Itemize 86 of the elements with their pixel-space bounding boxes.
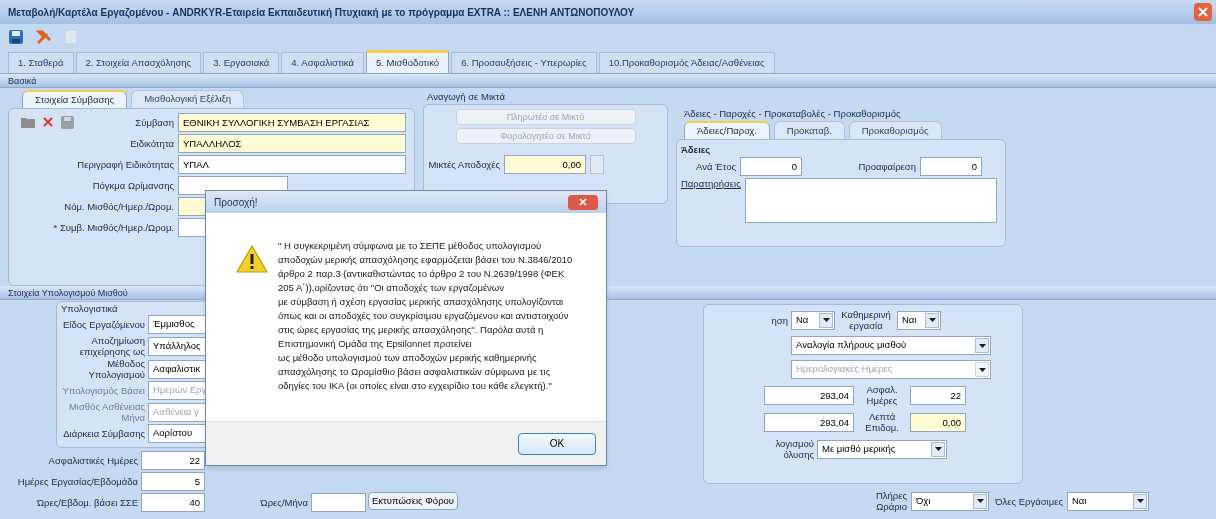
field-label: Αποζημίωση επιχείρησης ως [78,335,145,357]
tools-icon[interactable] [36,29,52,45]
print-button[interactable]: Εκτυπώσεις Φόρου [368,492,458,510]
dropdown[interactable]: Με μισθό μερικής [817,439,947,459]
input-field[interactable]: 293,04 [764,412,854,432]
field-label: Υπολογιστικά [61,303,118,314]
input-field[interactable]: 0,00 [910,412,966,432]
save-icon[interactable] [8,29,24,45]
section-header: Βασικά [0,74,1216,88]
tab[interactable]: 3. Εργασιακά [203,52,280,73]
tab[interactable]: 4. Ασφαλιστικά [281,52,364,73]
field-label: * Συμβ. Μισθός/Ημερ./Ωρομ. [53,221,174,233]
dropdown[interactable]: Αναλογία πλήρους μισθού [791,336,991,355]
input-field[interactable]: 0,00 [504,155,586,175]
dropdown[interactable]: Ναι [897,310,941,330]
field-label: Μικτές Αποδοχές [428,159,500,171]
close-button[interactable] [1194,3,1212,21]
field-label: Ασφαλ. Ημέρες [865,384,899,406]
field-label: Διάρκεια Σύμβασης [62,428,145,439]
field-label: Παρατηρήσεις [681,178,741,190]
notes-field[interactable] [745,178,997,224]
input-field[interactable]: 293,04 [764,385,854,405]
input-field[interactable]: 22 [141,450,205,470]
tab[interactable]: 1. Σταθερά [8,52,74,73]
field-label: Ειδικότητα [130,137,174,149]
tab[interactable]: 5. Μισθοδοτικό [365,50,450,73]
window-title: Μεταβολή/Καρτέλα Εργαζομένου - ANDRKYR-Εταιρεία Εκπαιδευτική Πτυχιακή με το πρόγραμμα EXTRA :: ΕΛΕΝΗ ΑΝΤΩΝΟΠΟΥΛΟΥ [8,5,635,20]
field-label: Σύμβαση [135,116,174,128]
dropdown[interactable]: Να [791,310,835,330]
input-field[interactable]: ΥΠΑΛΛΗΛΟΣ [178,133,406,153]
close-icon [1198,7,1208,17]
field-label: Προαφαίρεση [857,161,916,173]
field-label: Λεπτά Επιδομ. [864,411,900,433]
tab[interactable]: Μισθολογική Εξέλιξη [131,90,245,108]
field-label: Όλες Εργάσιμες [994,495,1063,507]
field-label: ηση [770,314,788,326]
input-field[interactable]: 22 [910,385,966,405]
group-title: Άδειες - Παροχές - Προκαταβολές - Προκαθορισμός [683,107,902,121]
folder-icon[interactable] [21,116,35,128]
tab[interactable]: 10.Προκαθορισμός Άδειας/Ασθένειας [598,52,775,73]
ok-button[interactable]: OK [518,432,596,455]
close-button[interactable] [568,194,598,210]
input-field[interactable]: 5 [141,471,205,491]
field-label: Ημέρες Εργασίας/Εβδομάδα [16,475,138,487]
tab[interactable]: 6. Προσαυξήσεις - Υπερωρίες [451,52,597,73]
field-label: Μέθοδος Υπολογισμού [87,358,145,380]
tab[interactable]: Άδειες/Παροχ. [684,121,770,140]
field-label: Μισθός Ασθένειας Μήνα [67,401,145,423]
field-label: Πόγκμα Ωρίμανσης [92,179,174,191]
field-label: Ανά Έτος [695,161,736,173]
tab[interactable]: Στοιχεία Σύμβασης [22,90,128,108]
field-label: Υπολογισμός Βάσει [61,385,145,396]
caret-icon [976,499,984,503]
field-label: Ώρες/Εβδομ. βάσει ΣΣΕ [35,496,138,508]
input-field[interactable]: 0 [920,157,982,177]
close-icon[interactable] [43,117,53,127]
input-field[interactable] [311,492,366,512]
tab[interactable]: 2. Στοιχεία Απασχόλησης [75,52,202,73]
tab[interactable]: Προκαθορισμός [848,121,942,140]
dialog-title: Προσοχή! [214,195,258,210]
group-title: Αναγωγή σε Μικτά [426,90,506,104]
field-label: Ώρες/Μήνα [259,496,308,508]
close-icon [579,198,587,206]
input-field[interactable]: ΥΠΑΛ [178,154,406,174]
caret-icon [978,343,986,348]
field-button[interactable] [590,155,604,175]
input-field[interactable]: ΕΘΝΙΚΗ ΣΥΛΛΟΓΙΚΗ ΣΥΜΒΑΣΗ ΕΡΓΑΣΙΑΣ [178,112,406,132]
caret-icon [822,318,830,322]
field-label: Νόμ. Μισθός/Ημερ./Ωρομ. [64,200,174,212]
tab[interactable]: Προκαταβ. [773,121,845,140]
input-field[interactable]: 0 [740,157,802,177]
field-label: λογισμού όλυσης [774,438,814,460]
input-field[interactable]: 40 [141,492,205,512]
field-label: Καθημερινή εργασία [840,309,892,331]
caret-icon [934,447,942,451]
field-label: Πλήρες Ωράριο [874,490,907,512]
caret-icon [978,367,986,372]
dropdown[interactable]: Όχι [911,491,989,511]
field-label: Είδος Εργαζόμενου [62,319,145,330]
warning-icon [236,245,268,273]
field-label: Περιγραφή Ειδικότητας [77,158,174,170]
caret-icon [928,318,936,322]
dropdown[interactable]: Ναι [1067,491,1149,511]
caret-icon [1136,499,1144,503]
field-label: Ασφαλιστικές Ημέρες [47,454,138,466]
field-label: Άδειες [681,144,712,156]
